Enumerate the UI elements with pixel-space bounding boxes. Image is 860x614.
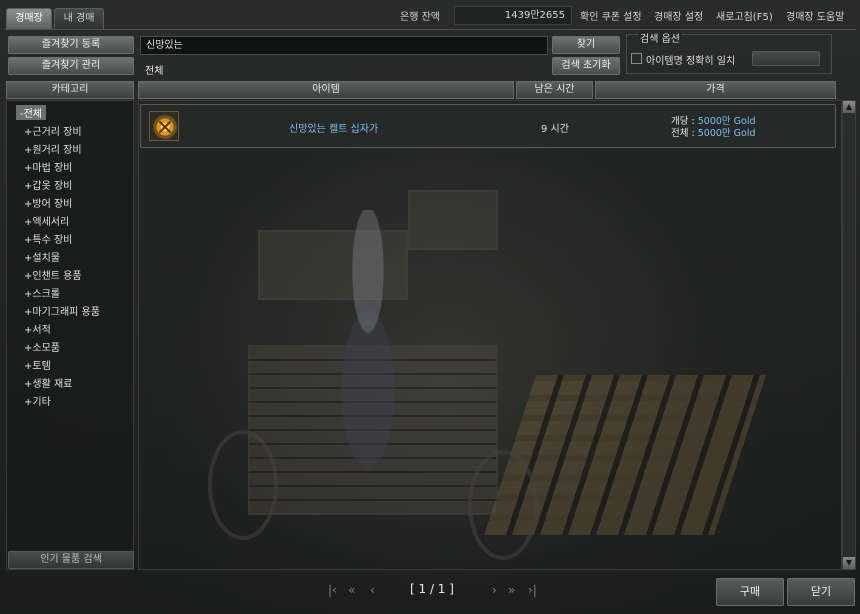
category-value: 전체 bbox=[145, 66, 164, 77]
category-special[interactable]: +특수 장비 bbox=[24, 231, 72, 246]
category-installation[interactable]: +설치물 bbox=[24, 249, 60, 264]
header-item[interactable]: 아이템 bbox=[138, 81, 514, 99]
category-magigraphy[interactable]: +마기그래피 용품 bbox=[24, 303, 100, 318]
listing-item-name: 신망있는 켈트 십자가 bbox=[289, 124, 379, 135]
popular-search-button[interactable]: 인기 물품 검색 bbox=[8, 551, 134, 569]
category-magic[interactable]: +마법 장비 bbox=[24, 159, 72, 174]
close-button[interactable]: 닫기 bbox=[787, 578, 855, 606]
total-price-value: 5000만 Gold bbox=[697, 128, 756, 139]
favorite-manage-button[interactable]: 즐겨찾기 관리 bbox=[8, 57, 134, 75]
total-price-label: 전체 : bbox=[671, 128, 698, 139]
scroll-up-icon[interactable]: ▲ bbox=[843, 101, 855, 113]
bank-balance-label: 은행 잔액 bbox=[400, 12, 440, 23]
listing-row[interactable]: 신망있는 켈트 십자가 9 시간 개당 : 5000만 Gold 전체 : 50… bbox=[140, 104, 836, 148]
header-price[interactable]: 가격 bbox=[595, 81, 836, 99]
category-etc[interactable]: +기타 bbox=[24, 393, 51, 408]
coupon-settings-link[interactable]: 확인 쿠폰 설정 bbox=[580, 8, 642, 23]
celtic-cross-icon bbox=[155, 117, 175, 137]
category-book[interactable]: +서적 bbox=[24, 321, 51, 336]
listing-time-left: 9 시간 bbox=[541, 124, 569, 135]
listing-scrollbar[interactable] bbox=[842, 100, 856, 570]
category-enchant[interactable]: +인챈트 용품 bbox=[24, 267, 82, 282]
category-armor[interactable]: +갑옷 장비 bbox=[24, 177, 72, 192]
listing-total-price: 전체 : 5000만 Gold bbox=[671, 125, 756, 139]
tab-divider bbox=[4, 29, 856, 30]
search-options-title: 검색 옵션 bbox=[638, 30, 682, 45]
options-apply-button[interactable] bbox=[752, 51, 820, 66]
header-category: 카테고리 bbox=[6, 81, 134, 99]
item-icon-frame bbox=[149, 111, 179, 141]
next-page-icon[interactable]: › bbox=[492, 583, 497, 597]
scroll-down-icon[interactable]: ▼ bbox=[843, 557, 855, 569]
find-button[interactable]: 찾기 bbox=[552, 36, 620, 54]
refresh-link[interactable]: 새로고침(F5) bbox=[716, 8, 773, 23]
favorite-register-button[interactable]: 즐겨찾기 등록 bbox=[8, 36, 134, 54]
prev-block-icon[interactable]: « bbox=[348, 583, 355, 597]
help-link[interactable]: 경매장 도움말 bbox=[786, 8, 844, 23]
category-consumable[interactable]: +소모품 bbox=[24, 339, 60, 354]
reset-search-button[interactable]: 검색 초기화 bbox=[552, 57, 620, 75]
exact-match-label: 아이템명 정확히 일치 bbox=[646, 56, 736, 67]
listing-panel bbox=[138, 100, 842, 570]
bank-balance-value: 1439만2655 bbox=[454, 6, 572, 25]
category-melee[interactable]: +근거리 장비 bbox=[24, 123, 82, 138]
header-time-left[interactable]: 남은 시간 bbox=[516, 81, 593, 99]
buy-button[interactable]: 구매 bbox=[716, 578, 784, 606]
category-accessory[interactable]: +액세서리 bbox=[24, 213, 69, 228]
category-scroll[interactable]: +스크롤 bbox=[24, 285, 60, 300]
prev-page-icon[interactable]: ‹ bbox=[370, 583, 375, 597]
auction-house-window: 경매장 내 경매 은행 잔액 1439만2655 확인 쿠폰 설정 경매장 설정… bbox=[0, 0, 860, 614]
tab-my-auction[interactable]: 내 경매 bbox=[54, 8, 104, 30]
page-indicator: [ 1 / 1 ] bbox=[410, 582, 454, 596]
tab-auction[interactable]: 경매장 bbox=[6, 8, 52, 30]
last-page-icon[interactable]: ›| bbox=[528, 583, 537, 597]
auction-settings-link[interactable]: 경매장 설정 bbox=[654, 8, 703, 23]
category-life-material[interactable]: +생활 재료 bbox=[24, 375, 72, 390]
category-totem[interactable]: +토템 bbox=[24, 357, 51, 372]
next-block-icon[interactable]: » bbox=[508, 583, 515, 597]
category-all[interactable]: -전체 bbox=[16, 105, 47, 120]
category-ranged[interactable]: +원거리 장비 bbox=[24, 141, 82, 156]
first-page-icon[interactable]: |‹ bbox=[328, 583, 337, 597]
category-defense[interactable]: +방어 장비 bbox=[24, 195, 72, 210]
search-input[interactable]: 신망있는 bbox=[140, 36, 548, 55]
exact-match-checkbox[interactable] bbox=[631, 53, 642, 64]
